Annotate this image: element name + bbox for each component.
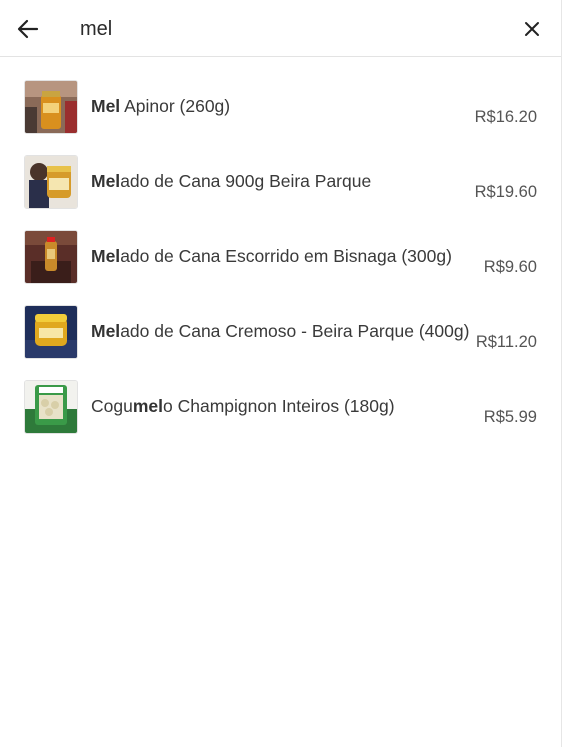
close-icon: [525, 22, 539, 36]
match-highlight: Mel: [91, 321, 121, 341]
bisnaga-photo-icon: [25, 231, 77, 283]
search-page: Mel Apinor (260g) R$16.20 Melado de Cana…: [0, 0, 562, 747]
cremoso-pot-photo-icon: [25, 306, 77, 358]
match-highlight: Mel: [91, 246, 121, 266]
product-name: Mel Apinor (260g): [91, 96, 231, 116]
product-name: Melado de Cana Escorrido em Bisnaga (300…: [91, 246, 452, 266]
mushroom-pack-photo-icon: [25, 381, 77, 433]
product-name: Cogumelo Champignon Inteiros (180g): [91, 396, 395, 416]
search-results-list: Mel Apinor (260g) R$16.20 Melado de Cana…: [0, 78, 561, 453]
match-highlight: Mel: [91, 171, 121, 191]
result-item[interactable]: Mel Apinor (260g) R$16.20: [0, 78, 561, 153]
product-thumbnail: [24, 80, 78, 134]
search-input[interactable]: [80, 14, 500, 44]
back-button[interactable]: [12, 14, 44, 44]
product-thumbnail: [24, 155, 78, 209]
result-item[interactable]: Melado de Cana 900g Beira Parque R$19.60: [0, 153, 561, 228]
arrow-left-icon: [17, 19, 39, 39]
melado-jar-photo-icon: [25, 156, 77, 208]
product-name: Melado de Cana Cremoso - Beira Parque (4…: [91, 321, 470, 341]
product-thumbnail: [24, 230, 78, 284]
honey-jar-photo-icon: [25, 81, 77, 133]
search-header: [0, 0, 561, 57]
result-item[interactable]: Melado de Cana Cremoso - Beira Parque (4…: [0, 303, 561, 378]
result-item[interactable]: Melado de Cana Escorrido em Bisnaga (300…: [0, 228, 561, 303]
product-price: R$19.60: [474, 183, 537, 201]
product-price: R$16.20: [474, 108, 537, 126]
match-highlight: Mel: [91, 96, 121, 116]
product-thumbnail: [24, 305, 78, 359]
product-price: R$5.99: [483, 408, 537, 426]
product-price: R$11.20: [475, 333, 537, 351]
product-name: Melado de Cana 900g Beira Parque: [91, 171, 372, 191]
result-item[interactable]: Cogumelo Champignon Inteiros (180g) R$5.…: [0, 378, 561, 453]
clear-search-button[interactable]: [516, 14, 548, 44]
product-thumbnail: [24, 380, 78, 434]
match-highlight: mel: [132, 396, 163, 416]
product-price: R$9.60: [483, 258, 537, 276]
